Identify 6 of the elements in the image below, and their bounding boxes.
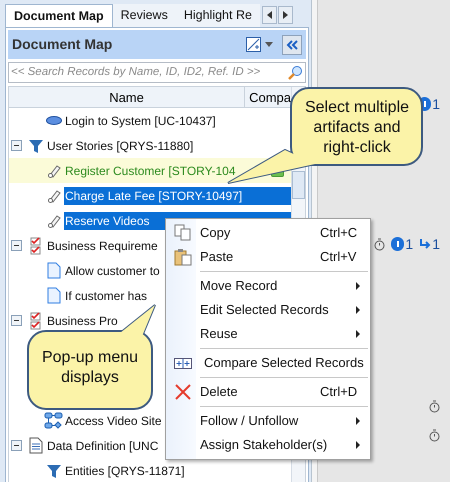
alert-count: 1 xyxy=(432,94,440,114)
tooltip-text: Select multiple artifacts and right-click xyxy=(304,98,410,158)
tooltip-text: Pop-up menu displays xyxy=(40,348,140,388)
panel-title: Document Map xyxy=(12,35,114,54)
link-count: 1 xyxy=(432,234,440,254)
alert-count: 1 xyxy=(405,234,414,254)
